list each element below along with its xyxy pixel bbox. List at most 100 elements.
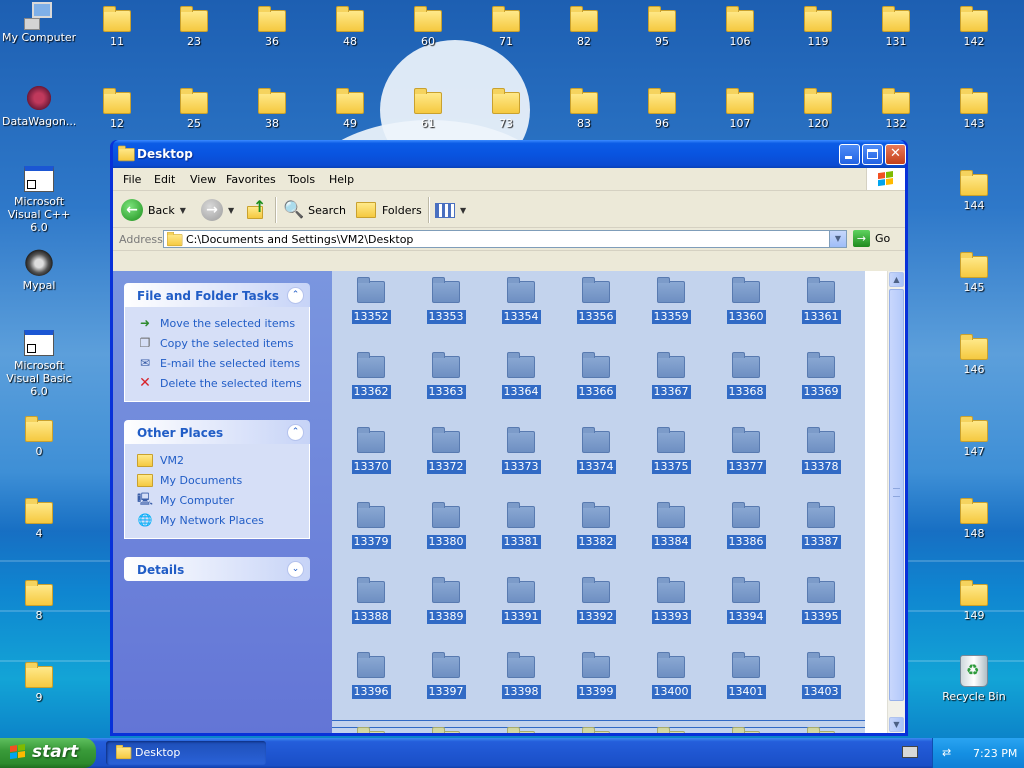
desktop-icon-mypal[interactable]: Mypal: [2, 248, 76, 292]
place-my-computer[interactable]: 🖳 My Computer: [137, 490, 309, 510]
file-item[interactable]: 13372: [414, 427, 478, 474]
desktop-icon-8[interactable]: 8: [2, 576, 76, 622]
window-titlebar[interactable]: Desktop: [113, 140, 906, 168]
desktop-icon-microsoft-visual-basic-6-0[interactable]: Microsoft Visual Basic 6.0: [2, 330, 76, 398]
address-input[interactable]: C:\Documents and Settings\VM2\Desktop ▼: [163, 230, 847, 248]
desktop-icon-9[interactable]: 9: [2, 658, 76, 704]
file-item[interactable]: [414, 727, 478, 733]
file-item[interactable]: 13361: [789, 277, 853, 324]
desktop-icon-4[interactable]: 4: [2, 494, 76, 540]
file-item[interactable]: 13403: [789, 652, 853, 699]
file-item[interactable]: 13379: [339, 502, 403, 549]
maximize-button[interactable]: [862, 144, 883, 165]
file-item[interactable]: 13399: [564, 652, 628, 699]
desktop-folder-142[interactable]: 142: [937, 2, 1011, 48]
desktop-folder-120[interactable]: 120: [781, 84, 855, 130]
address-dropdown-icon[interactable]: ▼: [829, 231, 846, 247]
desktop-folder-23[interactable]: 23: [157, 2, 231, 48]
clock[interactable]: 7:23 PM: [973, 747, 1017, 760]
file-item[interactable]: 13363: [414, 352, 478, 399]
file-item[interactable]: [714, 727, 778, 733]
place-network[interactable]: 🌐 My Network Places: [137, 510, 309, 530]
file-item[interactable]: 13366: [564, 352, 628, 399]
file-item[interactable]: 13359: [639, 277, 703, 324]
file-item[interactable]: 13364: [489, 352, 553, 399]
search-button[interactable]: 🔍 Search: [283, 198, 346, 222]
desktop-folder-25[interactable]: 25: [157, 84, 231, 130]
recycle-bin[interactable]: Recycle Bin: [937, 655, 1011, 703]
desktop-folder-149[interactable]: 149: [937, 576, 1011, 622]
explorer-window[interactable]: Desktop File Edit View Favorites Tools H…: [110, 140, 908, 736]
file-item[interactable]: 13386: [714, 502, 778, 549]
file-item[interactable]: 13398: [489, 652, 553, 699]
forward-dropdown-icon[interactable]: ▼: [228, 206, 234, 215]
file-item[interactable]: 13375: [639, 427, 703, 474]
file-item[interactable]: 13382: [564, 502, 628, 549]
file-item[interactable]: 13401: [714, 652, 778, 699]
file-item[interactable]: 13374: [564, 427, 628, 474]
file-item[interactable]: 13400: [639, 652, 703, 699]
collapse-chevron-icon[interactable]: ⌃: [287, 287, 304, 304]
file-item[interactable]: 13370: [339, 427, 403, 474]
file-item[interactable]: 13384: [639, 502, 703, 549]
desktop-icon-datawagon-[interactable]: DataWagon...: [2, 84, 76, 128]
file-item[interactable]: 13381: [489, 502, 553, 549]
file-item[interactable]: 13352: [339, 277, 403, 324]
file-item[interactable]: 13389: [414, 577, 478, 624]
file-item[interactable]: 13378: [789, 427, 853, 474]
vertical-scrollbar[interactable]: ▲ ▼: [887, 271, 905, 733]
file-item[interactable]: 13362: [339, 352, 403, 399]
task-email[interactable]: ✉ E-mail the selected items: [137, 353, 309, 373]
menu-file[interactable]: File: [123, 173, 141, 186]
file-item[interactable]: 13395: [789, 577, 853, 624]
file-item[interactable]: 13380: [414, 502, 478, 549]
file-item[interactable]: 13373: [489, 427, 553, 474]
menu-tools[interactable]: Tools: [288, 173, 315, 186]
desktop-folder-49[interactable]: 49: [313, 84, 387, 130]
file-item[interactable]: 13353: [414, 277, 478, 324]
desktop-folder-119[interactable]: 119: [781, 2, 855, 48]
file-item[interactable]: 13396: [339, 652, 403, 699]
scroll-thumb[interactable]: [889, 289, 904, 701]
desktop-folder-145[interactable]: 145: [937, 248, 1011, 294]
place-vm2[interactable]: VM2: [137, 450, 309, 470]
go-button[interactable]: → Go: [853, 230, 890, 247]
scroll-up-button[interactable]: ▲: [889, 272, 904, 287]
desktop-folder-82[interactable]: 82: [547, 2, 621, 48]
desktop-icon-0[interactable]: 0: [2, 412, 76, 458]
file-item[interactable]: 13387: [789, 502, 853, 549]
back-dropdown-icon[interactable]: ▼: [180, 206, 186, 215]
desktop-folder-48[interactable]: 48: [313, 2, 387, 48]
desktop-folder-132[interactable]: 132: [859, 84, 933, 130]
scroll-down-button[interactable]: ▼: [889, 717, 904, 732]
desktop-folder-147[interactable]: 147: [937, 412, 1011, 458]
desktop-icon-my-computer[interactable]: My Computer: [2, 2, 76, 44]
desktop-folder-60[interactable]: 60: [391, 2, 465, 48]
file-item[interactable]: 13360: [714, 277, 778, 324]
back-button[interactable]: ← Back ▼: [121, 198, 186, 222]
other-places-header[interactable]: Other Places ⌃: [124, 420, 310, 444]
folders-button[interactable]: Folders: [356, 198, 422, 222]
file-item[interactable]: 13391: [489, 577, 553, 624]
collapse-chevron-icon[interactable]: ⌃: [287, 424, 304, 441]
file-item[interactable]: [489, 727, 553, 733]
up-folder-button[interactable]: ↑: [247, 197, 267, 222]
taskbar-item-desktop[interactable]: Desktop: [106, 741, 266, 765]
file-item[interactable]: [789, 727, 853, 733]
desktop-folder-95[interactable]: 95: [625, 2, 699, 48]
file-item[interactable]: 13388: [339, 577, 403, 624]
desktop-folder-148[interactable]: 148: [937, 494, 1011, 540]
file-item[interactable]: 13377: [714, 427, 778, 474]
file-item[interactable]: 13368: [714, 352, 778, 399]
task-delete[interactable]: ✕ Delete the selected items: [137, 373, 309, 393]
file-item[interactable]: 13369: [789, 352, 853, 399]
desktop-folder-61[interactable]: 61: [391, 84, 465, 130]
network-icon[interactable]: ⇄: [942, 746, 956, 759]
file-item[interactable]: 13392: [564, 577, 628, 624]
menu-view[interactable]: View: [190, 173, 216, 186]
forward-button[interactable]: → ▼: [201, 198, 234, 222]
desktop-folder-73[interactable]: 73: [469, 84, 543, 130]
task-copy[interactable]: ❐ Copy the selected items: [137, 333, 309, 353]
file-item[interactable]: [564, 727, 628, 733]
desktop-folder-71[interactable]: 71: [469, 2, 543, 48]
